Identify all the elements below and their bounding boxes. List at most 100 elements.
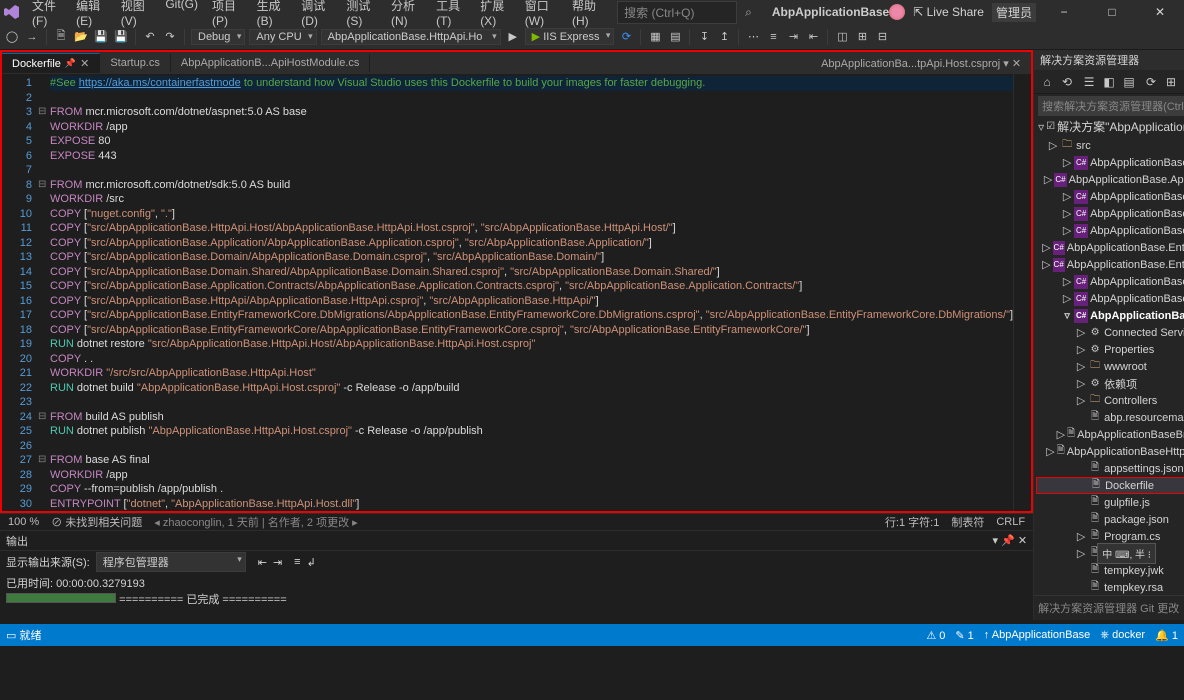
output-wrap-icon[interactable]: ↲ <box>307 556 316 569</box>
menu-item[interactable]: 扩展(X) <box>474 0 517 30</box>
tool-icon-7[interactable]: ⇥ <box>785 29 801 45</box>
notifications[interactable]: 🔔 1 <box>1155 629 1178 642</box>
play-icon[interactable]: ▶ <box>505 29 521 45</box>
menu-item[interactable]: 工具(T) <box>430 0 472 30</box>
menu-item[interactable]: 测试(S) <box>340 0 383 30</box>
indent-mode[interactable]: 制表符 <box>951 514 984 530</box>
docker-indicator[interactable]: ⎈ docker <box>1100 629 1145 642</box>
menu-item[interactable]: 帮助(H) <box>566 0 609 30</box>
tree-item[interactable]: 🗎tempkey.jwk <box>1036 562 1184 579</box>
tree-item[interactable]: ▷🗀src <box>1036 137 1184 154</box>
menu-item[interactable]: 项目(P) <box>206 0 249 30</box>
tree-item[interactable]: 🗎gulpfile.js <box>1036 494 1184 511</box>
menu-item[interactable]: Git(G) <box>159 0 204 30</box>
menu-item[interactable]: 生成(B) <box>251 0 294 30</box>
menu-item[interactable]: 编辑(E) <box>70 0 113 30</box>
git-changes-tab[interactable]: 解决方案资源管理器 Git 更改 <box>1034 595 1184 620</box>
tool-icon-11[interactable]: ⊟ <box>874 29 890 45</box>
live-share-button[interactable]: ⇱ Live Share <box>913 5 984 19</box>
editor-tab[interactable]: AbpApplicationB...ApiHostModule.cs <box>171 54 371 72</box>
tree-item[interactable]: ▷C#AbpApplicationBase.EntityFrameworkCor… <box>1036 239 1184 256</box>
se-tool-5[interactable]: ⊞ <box>1162 73 1180 91</box>
tree-item[interactable]: ▷C#AbpApplicationBase.HttpApi <box>1036 273 1184 290</box>
startup-project-dropdown[interactable]: AbpApplicationBase.HttpApi.Ho <box>321 29 501 45</box>
code-editor[interactable]: 1234567891011121314151617181920212223242… <box>2 74 1031 511</box>
tree-item[interactable]: 🗎appsettings.json <box>1036 460 1184 477</box>
editor-tab[interactable]: Startup.cs <box>100 54 171 72</box>
output-tool-2[interactable]: ⇥ <box>273 556 282 569</box>
tree-item[interactable]: ▷C#AbpApplicationBase.HttpApi.Client <box>1036 290 1184 307</box>
solution-search[interactable]: 搜索解决方案资源管理器(Ctrl+;)⌕ ▾ <box>1038 96 1184 116</box>
warn-count[interactable]: ⚠ 0 <box>926 629 945 642</box>
tree-item[interactable]: ▷C#AbpApplicationBase.Application.Contra… <box>1036 171 1184 188</box>
undo-icon[interactable]: ↶ <box>142 29 158 45</box>
minimap[interactable] <box>1013 74 1031 511</box>
tool-icon-10[interactable]: ⊞ <box>854 29 870 45</box>
tree-item[interactable]: 🗎package.json <box>1036 511 1184 528</box>
tool-icon-2[interactable]: ▤ <box>667 29 683 45</box>
config-dropdown[interactable]: Debug <box>191 29 245 45</box>
output-tool-1[interactable]: ⇤ <box>258 556 267 569</box>
solution-node[interactable]: ▿☑解决方案"AbpApplicationBase"(15 个项目, 共 15 … <box>1034 118 1184 135</box>
tree-item[interactable]: 🗎abp.resourcemapping.js <box>1036 409 1184 426</box>
tree-item[interactable]: 🗎Dockerfile <box>1036 477 1184 494</box>
tree-item[interactable]: ▷⚙Properties <box>1036 341 1184 358</box>
maximize-button[interactable]: □ <box>1092 5 1132 19</box>
open-icon[interactable]: 📂 <box>73 29 89 45</box>
zoom-level[interactable]: 100 % <box>8 516 39 528</box>
global-search[interactable]: 搜索 (Ctrl+Q) <box>617 1 737 24</box>
tool-icon-9[interactable]: ◫ <box>834 29 850 45</box>
platform-dropdown[interactable]: Any CPU <box>249 29 316 45</box>
tool-icon-1[interactable]: ▦ <box>647 29 663 45</box>
tree-item[interactable]: ▷🗎AbpApplicationBaseHttpApiHostModule.cs <box>1036 443 1184 460</box>
se-tool-2[interactable]: ◧ <box>1100 73 1118 91</box>
tool-icon-5[interactable]: ⋯ <box>745 29 761 45</box>
eol-mode[interactable]: CRLF <box>996 516 1025 528</box>
home-icon[interactable]: ⌂ <box>1038 73 1056 91</box>
search-submit-icon[interactable]: ⌕ <box>745 5 752 20</box>
editor-tab[interactable]: Dockerfile 📌 ✕ <box>2 53 100 73</box>
ime-indicator[interactable]: 中 ⌨, 半 ⁝ <box>1097 543 1156 564</box>
avatar[interactable] <box>889 4 905 20</box>
minimize-button[interactable]: − <box>1044 5 1084 19</box>
tree-item[interactable]: ▿C#AbpApplicationBase.HttpApi.Host <box>1036 307 1184 324</box>
project-context[interactable]: AbpApplicationBa...tpApi.Host.csproj ▾ ✕ <box>811 54 1031 73</box>
close-button[interactable]: ✕ <box>1140 5 1180 19</box>
tree-item[interactable]: ▷C#AbpApplicationBase.Domain.Shared <box>1036 222 1184 239</box>
output-source-dropdown[interactable]: 程序包管理器 <box>96 552 246 572</box>
new-file-icon[interactable]: 🗎 <box>53 29 69 45</box>
menu-item[interactable]: 窗口(W) <box>519 0 564 30</box>
save-all-icon[interactable]: 💾 <box>113 29 129 45</box>
tree-item[interactable]: ▷C#AbpApplicationBase.Domain <box>1036 205 1184 222</box>
tree-item[interactable]: ▷🗎AbpApplicationBaseBrandingProvider.cs <box>1036 426 1184 443</box>
sync-icon[interactable]: ⟲ <box>1058 73 1076 91</box>
issues-indicator[interactable]: ⊘ 未找到相关问题 <box>51 514 142 530</box>
nav-fwd-icon[interactable]: → <box>24 29 40 45</box>
tree-item[interactable]: ▷🗀Controllers <box>1036 392 1184 409</box>
tool-icon-3[interactable]: ↧ <box>696 29 712 45</box>
nav-back-icon[interactable]: ◯ <box>4 29 20 45</box>
se-tool-1[interactable]: ☰ <box>1080 73 1098 91</box>
tree-item[interactable]: 🗎tempkey.rsa <box>1036 579 1184 595</box>
tree-item[interactable]: ▷C#AbpApplicationBase.EntityFrameworkCor… <box>1036 256 1184 273</box>
se-tool-3[interactable]: ▤ <box>1120 73 1138 91</box>
menu-item[interactable]: 分析(N) <box>385 0 428 30</box>
tool-icon-8[interactable]: ⇤ <box>805 29 821 45</box>
tool-icon-4[interactable]: ↥ <box>716 29 732 45</box>
menu-item[interactable]: 视图(V) <box>115 0 158 30</box>
output-clear-icon[interactable]: ≡ <box>294 556 300 568</box>
refresh-icon[interactable]: ⟳ <box>618 29 634 45</box>
se-tool-4[interactable]: ⟳ <box>1142 73 1160 91</box>
redo-icon[interactable]: ↷ <box>162 29 178 45</box>
tool-icon-6[interactable]: ≡ <box>765 29 781 45</box>
save-icon[interactable]: 💾 <box>93 29 109 45</box>
run-target-dropdown[interactable]: ▶ IIS Express <box>525 28 615 45</box>
tree-item[interactable]: ▷⚙Connected Services <box>1036 324 1184 341</box>
tree-item[interactable]: ▷🗀wwwroot <box>1036 358 1184 375</box>
err-count[interactable]: ✎ 1 <box>955 629 973 642</box>
tree-item[interactable]: ▷C#AbpApplicationBase.Application <box>1036 154 1184 171</box>
tree-item[interactable]: ▷⚙依赖项 <box>1036 375 1184 392</box>
menu-item[interactable]: 文件(F) <box>26 0 68 30</box>
tree-item[interactable]: ▷C#AbpApplicationBase.DbMigrator <box>1036 188 1184 205</box>
menu-item[interactable]: 调试(D) <box>295 0 338 30</box>
